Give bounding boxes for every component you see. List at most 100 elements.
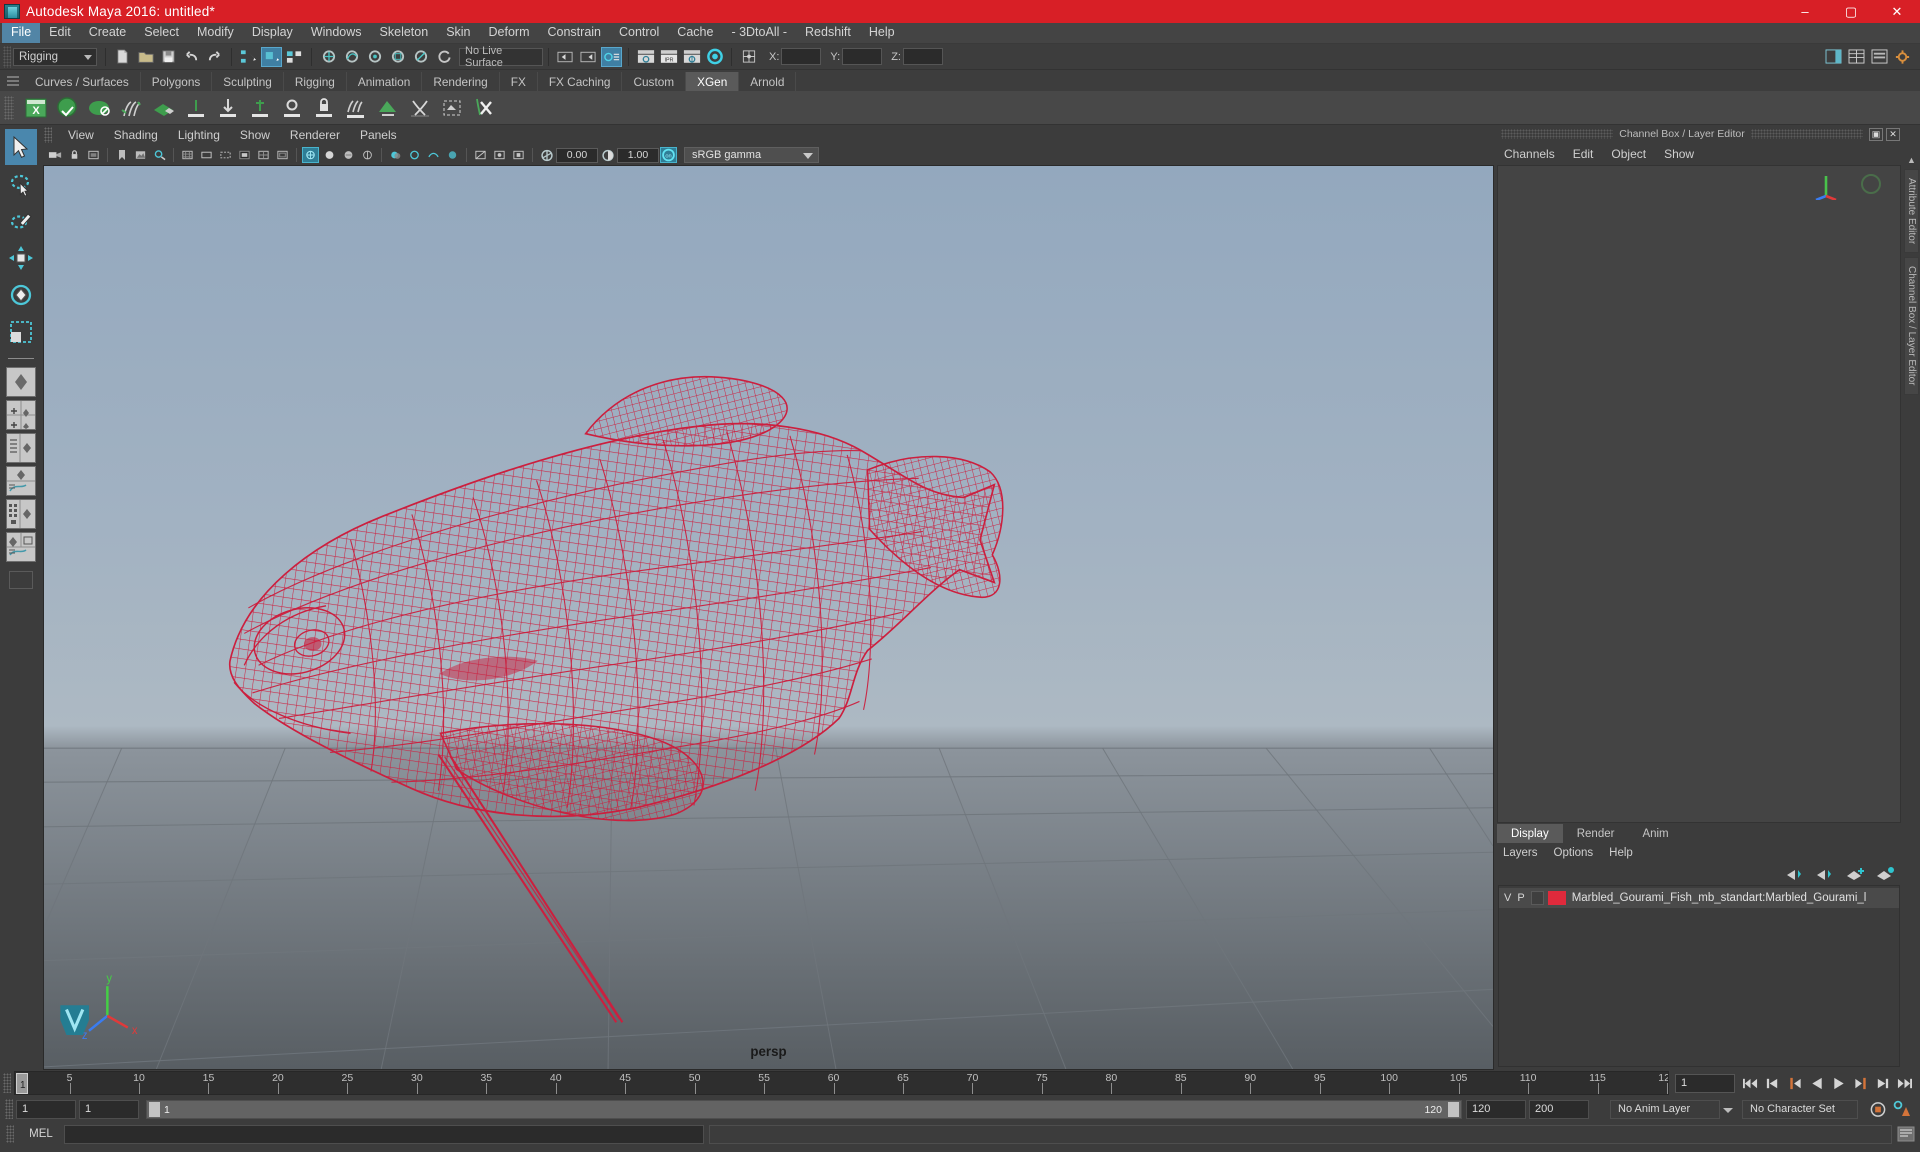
select-camera-icon[interactable] <box>47 147 64 163</box>
shelf-row-grip[interactable] <box>4 95 14 120</box>
menu-modify[interactable]: Modify <box>188 23 243 43</box>
xgen-mask-icon[interactable] <box>437 93 467 123</box>
channel-box-body[interactable] <box>1497 165 1901 823</box>
xray-joints-icon[interactable] <box>491 147 508 163</box>
xgen-sphere-icon[interactable] <box>53 93 83 123</box>
xgen-noise-icon[interactable] <box>341 93 371 123</box>
shelf-grip[interactable] <box>7 73 19 89</box>
menu-skeleton[interactable]: Skeleton <box>371 23 438 43</box>
auto-keyframe-icon[interactable] <box>1868 1100 1887 1119</box>
layer-tab-anim[interactable]: Anim <box>1628 824 1683 843</box>
safe-action-icon[interactable] <box>274 147 291 163</box>
menu-edit[interactable]: Edit <box>40 23 80 43</box>
new-layer-icon[interactable] <box>1846 867 1864 881</box>
layer-menu-options[interactable]: Options <box>1546 847 1602 859</box>
panel-float-button[interactable]: ▣ <box>1869 127 1883 141</box>
playback-end-time-field[interactable]: 120 <box>1466 1099 1526 1119</box>
xgen-length-brush-icon[interactable] <box>213 93 243 123</box>
xgen-width-brush-icon[interactable] <box>245 93 275 123</box>
render-settings-icon[interactable] <box>681 47 702 67</box>
shelf-tab-xgen[interactable]: XGen <box>686 72 740 91</box>
show-hide-panel-icon[interactable] <box>578 47 599 67</box>
menu-constrain[interactable]: Constrain <box>539 23 611 43</box>
field-chart-icon[interactable] <box>255 147 272 163</box>
channel-box-menu-show[interactable]: Show <box>1655 147 1703 161</box>
snap-to-projected-center-icon[interactable] <box>387 47 408 67</box>
command-output[interactable] <box>709 1124 1892 1144</box>
close-button[interactable]: ✕ <box>1874 0 1920 23</box>
color-management-toggle-icon[interactable]: on <box>660 147 677 163</box>
layer-shading-toggle[interactable] <box>1530 891 1544 905</box>
viewport-menu-lighting[interactable]: Lighting <box>168 128 230 142</box>
shelf-tab-curves-surfaces[interactable]: Curves / Surfaces <box>24 72 141 91</box>
menu-control[interactable]: Control <box>610 23 668 43</box>
current-frame-field[interactable]: 1 <box>1675 1073 1735 1093</box>
image-plane-icon[interactable] <box>132 147 149 163</box>
persp-graph-outliner-layout[interactable] <box>6 532 36 562</box>
viewport-menu-panels[interactable]: Panels <box>350 128 407 142</box>
resolution-gate-icon[interactable] <box>217 147 234 163</box>
multisample-icon[interactable] <box>444 147 461 163</box>
shelf-tab-rigging[interactable]: Rigging <box>283 72 347 91</box>
2d-pan-zoom-icon[interactable] <box>151 147 168 163</box>
redo-icon[interactable] <box>204 47 225 67</box>
anim-start-time-field[interactable]: 1 <box>16 1099 76 1119</box>
step-forward-key-icon[interactable] <box>1851 1074 1870 1093</box>
channel-box-toggle-icon[interactable] <box>1846 47 1867 67</box>
wireframe-icon[interactable] <box>302 147 319 163</box>
use-default-lighting-icon[interactable] <box>359 147 376 163</box>
menu-help[interactable]: Help <box>860 23 904 43</box>
sidebar-toggle-icon[interactable] <box>1823 47 1844 67</box>
xgen-density-brush-icon[interactable] <box>181 93 211 123</box>
playback-start-time-field[interactable]: 1 <box>79 1099 139 1119</box>
shelf-tab-arnold[interactable]: Arnold <box>739 72 797 91</box>
shelf-tab-rendering[interactable]: Rendering <box>422 72 500 91</box>
xgen-delete-icon[interactable] <box>469 93 499 123</box>
xgen-window-icon[interactable]: X <box>21 93 51 123</box>
xgen-preview-icon[interactable] <box>85 93 115 123</box>
channel-box-menu-edit[interactable]: Edit <box>1564 147 1603 161</box>
hardware-texture-icon[interactable] <box>340 147 357 163</box>
rotate-tool[interactable] <box>5 277 37 313</box>
xgen-lock-brush-icon[interactable] <box>309 93 339 123</box>
shelf-tab-sculpting[interactable]: Sculpting <box>212 72 284 91</box>
grid-toggle-icon[interactable] <box>179 147 196 163</box>
new-scene-icon[interactable] <box>112 47 133 67</box>
range-start-handle[interactable] <box>149 1101 160 1117</box>
film-gate-icon[interactable] <box>198 147 215 163</box>
help-icon[interactable] <box>1896 1125 1916 1143</box>
xray-icon[interactable] <box>472 147 489 163</box>
snap-to-grid-icon[interactable] <box>318 47 339 67</box>
color-management-selector[interactable]: sRGB gamma <box>684 147 819 163</box>
menu-create[interactable]: Create <box>80 23 136 43</box>
rail-tab-attribute-editor[interactable]: Attribute Editor <box>1904 169 1919 254</box>
hypershade-icon[interactable] <box>704 47 725 67</box>
select-by-component-icon[interactable] <box>284 47 305 67</box>
save-scene-icon[interactable] <box>158 47 179 67</box>
range-slider[interactable]: 1 120 <box>146 1099 1462 1119</box>
time-slider-grip[interactable] <box>3 1073 11 1093</box>
live-surface-field[interactable]: No Live Surface <box>459 45 543 69</box>
go-to-end-icon[interactable] <box>1895 1074 1914 1093</box>
make-live-icon[interactable] <box>433 47 454 67</box>
command-line-grip[interactable] <box>6 1125 14 1143</box>
x-coord-field[interactable] <box>781 48 822 65</box>
shelf-tab-fx-caching[interactable]: FX Caching <box>537 72 623 91</box>
menu-redshift[interactable]: Redshift <box>796 23 860 43</box>
lock-camera-icon[interactable] <box>66 147 83 163</box>
move-pivot-icon[interactable] <box>738 47 759 67</box>
select-tool[interactable] <box>5 129 37 165</box>
xgen-groom-icon[interactable] <box>117 93 147 123</box>
viewport-menu-show[interactable]: Show <box>230 128 280 142</box>
new-layer-from-selected-icon[interactable] <box>1876 867 1894 881</box>
layer-menu-help[interactable]: Help <box>1601 847 1641 859</box>
shelf-tab-animation[interactable]: Animation <box>346 72 423 91</box>
viewport-grip[interactable] <box>44 127 52 143</box>
shadows-icon[interactable] <box>387 147 404 163</box>
smooth-shade-icon[interactable] <box>321 147 338 163</box>
xgen-add-description-icon[interactable] <box>149 93 179 123</box>
current-time-indicator[interactable]: 1 <box>16 1073 28 1094</box>
y-coord-field[interactable] <box>842 48 883 65</box>
bookmark-icon[interactable] <box>113 147 130 163</box>
layer-playback-toggle[interactable]: P <box>1517 892 1526 904</box>
